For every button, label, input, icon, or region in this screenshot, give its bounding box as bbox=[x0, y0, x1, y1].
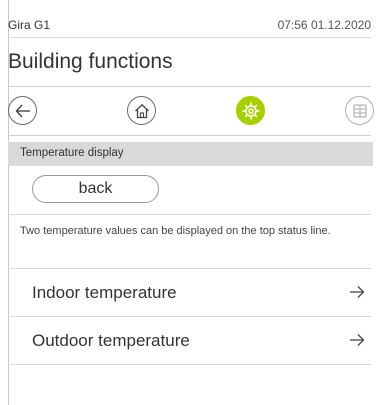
grid-icon bbox=[352, 103, 367, 118]
divider bbox=[8, 214, 371, 215]
home-button[interactable] bbox=[127, 96, 156, 125]
status-bar: Gira G1 07:56 01.12.2020 bbox=[8, 12, 371, 38]
navigation-bar bbox=[8, 87, 374, 135]
divider bbox=[8, 364, 371, 365]
back-button[interactable]: back bbox=[32, 175, 159, 203]
back-arrow-button[interactable] bbox=[8, 96, 37, 125]
clock-date: 07:56 01.12.2020 bbox=[277, 18, 371, 32]
settings-gear-icon bbox=[242, 102, 259, 119]
list-item-label: Indoor temperature bbox=[32, 283, 177, 302]
page-title: Building functions bbox=[8, 50, 173, 73]
section-header: Temperature display bbox=[8, 142, 373, 166]
list-item-outdoor-temperature[interactable]: Outdoor temperature bbox=[8, 316, 371, 364]
list-item-label: Outdoor temperature bbox=[32, 331, 190, 350]
section-title: Temperature display bbox=[20, 147, 124, 159]
divider bbox=[8, 135, 371, 136]
device-name: Gira G1 bbox=[8, 18, 51, 32]
description-text: Two temperature values can be displayed … bbox=[20, 225, 331, 237]
arrow-right-icon bbox=[350, 334, 365, 346]
arrow-right-icon bbox=[350, 286, 365, 298]
home-icon bbox=[134, 103, 149, 118]
grid-button[interactable] bbox=[345, 96, 374, 125]
list-item-indoor-temperature[interactable]: Indoor temperature bbox=[8, 268, 371, 316]
settings-button[interactable] bbox=[236, 96, 265, 125]
back-arrow-icon bbox=[15, 104, 30, 117]
